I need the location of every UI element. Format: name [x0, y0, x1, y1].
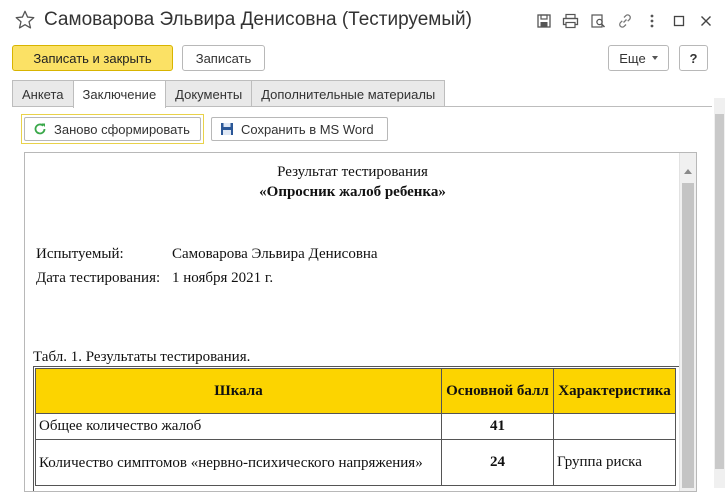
save-button[interactable]: Записать: [182, 45, 265, 71]
date-label: Дата тестирования:: [36, 270, 161, 286]
title-bar: Самоварова Эльвира Денисовна (Тестируемы…: [0, 0, 727, 42]
tab-additional-materials[interactable]: Дополнительные материалы: [251, 80, 446, 107]
save-to-word-button[interactable]: Сохранить в MS Word: [211, 117, 388, 141]
report-title: Результат тестирования: [277, 164, 428, 180]
cell-characteristic: Группа риска: [553, 439, 676, 486]
document-scrollbar-thumb[interactable]: [682, 183, 694, 488]
more-button-label: Еще: [619, 50, 646, 66]
cell-characteristic: [553, 413, 676, 440]
floppy-icon: [221, 123, 233, 135]
window-title: Самоварова Эльвира Денисовна (Тестируемы…: [44, 9, 472, 30]
regenerate-label: Заново сформировать: [54, 121, 190, 137]
more-button[interactable]: Еще: [608, 45, 669, 71]
report-document: Результат тестирования «Опросник жалоб р…: [24, 152, 697, 492]
cell-scale: Общее количество жалоб: [35, 413, 442, 440]
results-table: Шкала Основной балл Характеристика Общее…: [35, 368, 676, 486]
tab-conclusion[interactable]: Заключение: [72, 80, 167, 108]
search-doc-icon[interactable]: [584, 10, 611, 32]
tab-bar: Анкета Заключение Документы Дополнительн…: [12, 80, 446, 108]
help-button[interactable]: ?: [679, 45, 708, 71]
scroll-up-arrow-icon[interactable]: [684, 169, 692, 174]
print-icon[interactable]: [557, 10, 584, 32]
command-bar: Записать и закрыть Записать Еще ?: [0, 42, 727, 74]
maximize-icon[interactable]: [665, 10, 692, 32]
cell-score: 41: [441, 413, 554, 440]
save-icon[interactable]: [530, 10, 557, 32]
save-and-close-button[interactable]: Записать и закрыть: [12, 45, 173, 71]
column-header-characteristic: Характеристика: [553, 368, 676, 414]
page-scrollbar-thumb[interactable]: [715, 114, 724, 469]
date-value: 1 ноября 2021 г.: [172, 270, 274, 286]
table-caption: Табл. 1. Результаты тестирования.: [33, 349, 251, 365]
link-icon[interactable]: [611, 10, 638, 32]
subject-label: Испытуемый:: [36, 246, 124, 262]
subject-value: Самоварова Эльвира Денисовна: [172, 246, 378, 262]
column-header-score: Основной балл: [441, 368, 554, 414]
document-scrollbar[interactable]: [679, 153, 696, 491]
page-scrollbar[interactable]: [714, 98, 725, 488]
tab-questionnaire[interactable]: Анкета: [12, 80, 74, 107]
report-subtitle: «Опросник жалоб ребенка»: [259, 184, 446, 200]
table-row: Общее количество жалоб 41: [35, 413, 676, 440]
cell-score: 24: [441, 439, 554, 486]
close-icon[interactable]: [692, 10, 719, 32]
table-row: Количество симптомов «нервно-психическог…: [35, 439, 676, 486]
star-icon[interactable]: [14, 9, 36, 31]
tab-documents[interactable]: Документы: [165, 80, 253, 107]
more-icon[interactable]: [638, 10, 665, 32]
refresh-icon: [34, 123, 46, 135]
save-to-word-label: Сохранить в MS Word: [241, 121, 374, 137]
chevron-down-icon: [651, 56, 658, 60]
column-header-scale: Шкала: [35, 368, 442, 414]
cell-scale: Количество симптомов «нервно-психическог…: [35, 439, 442, 486]
regenerate-button[interactable]: Заново сформировать: [24, 117, 201, 141]
